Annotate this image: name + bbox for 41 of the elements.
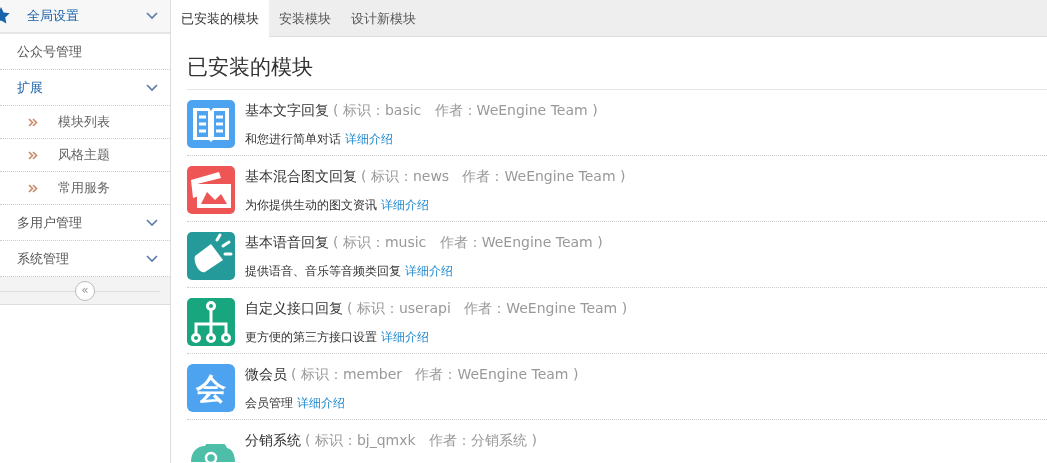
photo-icon [187, 166, 235, 215]
hierarchy-icon [187, 298, 235, 347]
megaphone-icon [187, 232, 235, 281]
details-link[interactable]: 详细介绍 [404, 264, 453, 279]
double-chevron-icon [28, 117, 38, 127]
tab[interactable]: 安装模块 [269, 0, 341, 37]
module-meta: ( 标识：basic 作者：WeEngine Team ) [333, 101, 598, 121]
details-link[interactable]: 详细介绍 [380, 198, 429, 213]
module-meta: ( 标识：userapi 作者：WeEngine Team ) [347, 299, 628, 319]
sidebar-subitem[interactable]: 常用服务 [0, 172, 170, 205]
module-meta: ( 标识：member 作者：WeEngine Team ) [291, 365, 579, 385]
module-meta: ( 标识：bj_qmxk 作者：分销系统 ) [305, 431, 537, 451]
sidebar-subitem[interactable]: 风格主题 [0, 139, 170, 172]
module-title: 基本文字回复 [245, 101, 329, 121]
details-link[interactable]: 详细介绍 [344, 132, 393, 147]
book-icon [187, 100, 235, 149]
module-title: 基本混合图文回复 [245, 167, 357, 187]
module-title: 基本语音回复 [245, 233, 329, 253]
sidebar-item[interactable]: 多用户管理 [0, 205, 170, 241]
module-description: 更方便的第三方接口设置 [245, 330, 377, 345]
details-link[interactable]: 详细介绍 [296, 396, 345, 411]
sidebar-item[interactable]: 全局设置 [0, 0, 170, 34]
module-description: 为你提供生动的图文资讯 [245, 198, 377, 213]
module-title: 微会员 [245, 365, 287, 385]
details-link[interactable]: 详细介绍 [380, 330, 429, 345]
tab[interactable]: 已安装的模块 [171, 0, 269, 38]
tab[interactable]: 设计新模块 [341, 0, 426, 37]
module-description: 会员管理 [245, 396, 293, 411]
module-title: 分销系统 [245, 431, 301, 451]
double-chevron-icon [28, 150, 38, 160]
page-heading: 已安装的模块 [187, 55, 1047, 91]
module-description: 和您进行简单对话 [245, 132, 341, 147]
module-meta: ( 标识：news 作者：WeEngine Team ) [361, 167, 626, 187]
sidebar-subitem[interactable]: 模块列表 [0, 106, 170, 139]
sidebar-item[interactable]: 公众号管理 [0, 34, 170, 70]
member-icon: 会 [187, 364, 235, 413]
module-description: 提供语音、音乐等音频类回复 [245, 264, 401, 279]
module-meta: ( 标识：music 作者：WeEngine Team ) [333, 233, 603, 253]
sidebar-item[interactable]: 扩展 [0, 70, 170, 106]
module-title: 自定义接口回复 [245, 299, 343, 319]
double-chevron-icon [28, 183, 38, 193]
